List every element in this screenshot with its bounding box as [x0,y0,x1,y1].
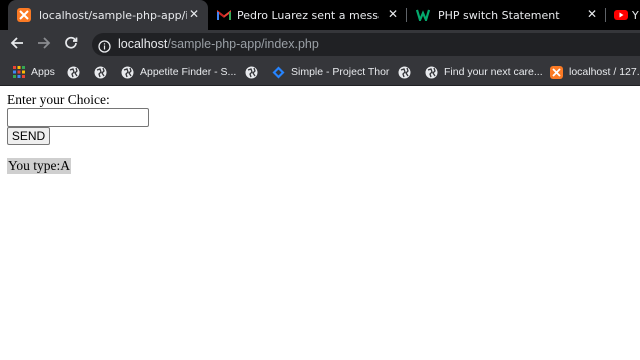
forward-arrow-icon [37,35,51,54]
bookmark-appetite-finder[interactable]: Appetite Finder - S... [121,64,236,80]
bookmark-simple-project[interactable]: Simple - Project Thor [272,64,389,80]
address-bar[interactable]: localhost/sample-php-app/index.php [92,33,640,56]
tab-gmail[interactable]: Pedro Luarez sent a message to Y ✕ [208,0,406,30]
bookmark-apps[interactable]: Apps [12,64,55,80]
globe-icon [245,66,258,79]
tab-title: Y [632,8,639,22]
back-button[interactable] [7,34,27,54]
globe-icon [425,66,438,79]
url-text: localhost/sample-php-app/index.php [118,37,319,52]
bookmark-localhost[interactable]: localhost / 127.0.0 [550,64,640,80]
bookmark-label: Apps [31,66,55,78]
reload-button[interactable] [61,34,81,54]
w3schools-icon [416,8,430,22]
gmail-icon [217,8,231,22]
close-tab-icon[interactable]: ✕ [585,7,599,21]
tab-title: localhost/sample-php-app/index [39,8,187,22]
tab-youtube[interactable]: Y [606,0,640,30]
choice-label: Enter your Choice: [7,92,110,107]
tab-title: PHP switch Statement [438,8,560,22]
xampp-icon [550,65,563,79]
bookmark-label: localhost / 127.0.0 [569,66,640,78]
close-tab-icon[interactable]: ✕ [187,7,201,21]
close-tab-icon[interactable]: ✕ [386,7,400,21]
info-icon[interactable] [98,38,111,53]
bookmark-label: Appetite Finder - S... [140,66,237,78]
tab-title: Pedro Luarez sent a message to Y [237,8,379,22]
reload-icon [64,35,78,54]
globe-icon [398,66,411,79]
page-content: Enter your Choice: SEND You type:A [0,86,640,360]
tab-strip: localhost/sample-php-app/index ✕ Pedro L… [0,0,640,30]
bookmark-globe[interactable] [245,64,258,80]
jira-icon [272,66,285,79]
choice-input[interactable] [7,108,149,127]
bookmarks-bar: Apps Appetite Finder - S... Simple - Pro… [0,58,640,86]
browser-toolbar: localhost/sample-php-app/index.php [0,30,640,58]
xampp-icon [17,8,31,22]
youtube-icon [614,8,628,22]
tab-localhost[interactable]: localhost/sample-php-app/index ✕ [8,0,208,30]
globe-icon [121,66,134,79]
url-path: /sample-php-app/index.php [167,37,319,51]
globe-icon [67,66,80,79]
tab-php-switch[interactable]: PHP switch Statement ✕ [407,0,605,30]
url-host: localhost [118,37,168,51]
globe-icon [94,66,107,79]
result-text: You type:A [7,158,72,174]
send-button[interactable]: SEND [7,127,50,145]
bookmark-label: Simple - Project Thor [291,66,390,78]
bookmark-globe[interactable] [398,64,411,80]
bookmark-label: Find your next care... [444,66,543,78]
bookmark-globe[interactable] [67,64,80,80]
bookmark-find-career[interactable]: Find your next care... [425,64,543,80]
bookmark-globe[interactable] [94,64,107,80]
back-arrow-icon [10,35,24,54]
forward-button[interactable] [34,34,54,54]
apps-grid-icon [12,66,25,79]
